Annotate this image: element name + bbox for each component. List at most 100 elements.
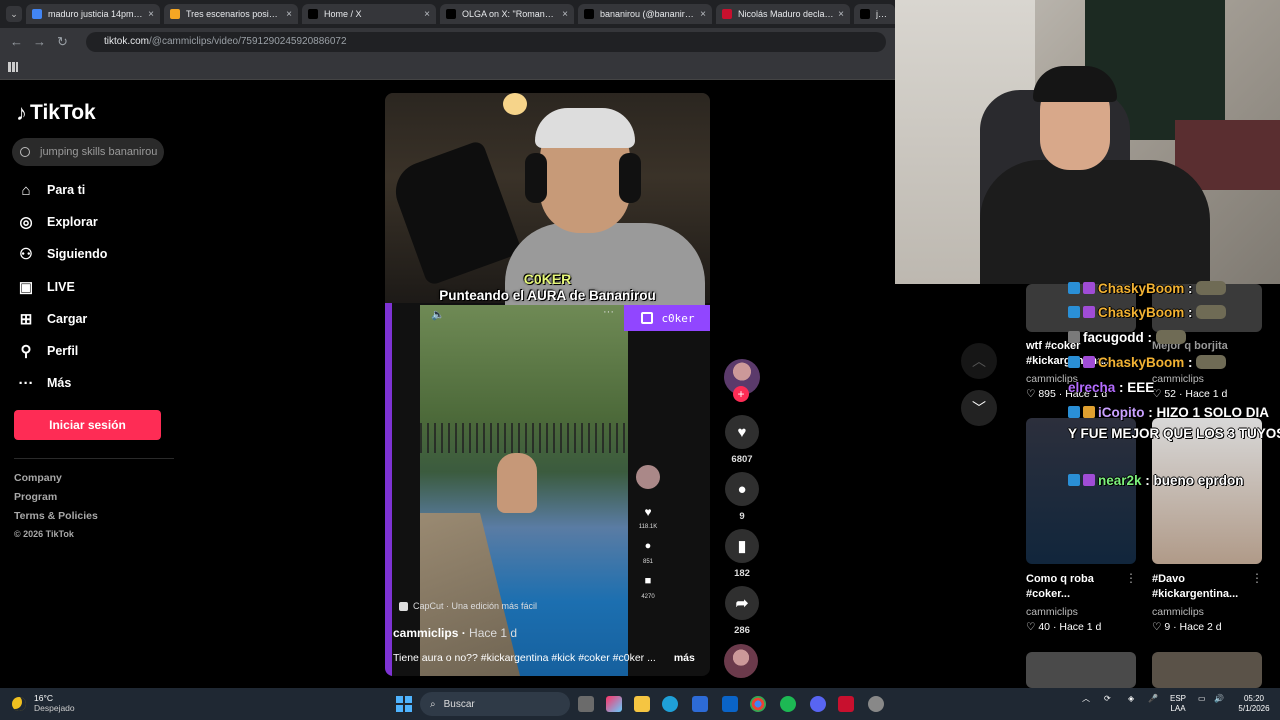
- browser-tab[interactable]: Home / X ×: [302, 4, 436, 24]
- video-title[interactable]: #Davo #kickargentina...: [1152, 572, 1257, 602]
- tab-close-icon[interactable]: ×: [424, 9, 430, 20]
- volume-icon[interactable]: 🔊: [1214, 694, 1224, 704]
- browser-tab[interactable]: maduro justicia 14pm - B ×: [26, 4, 160, 24]
- app-icon[interactable]: [838, 696, 854, 712]
- back-icon[interactable]: ←: [10, 34, 23, 49]
- browser-tab[interactable]: Tres escenarios posibles p ×: [164, 4, 298, 24]
- twitch-badge: c0ker: [624, 305, 710, 331]
- music-disc-avatar[interactable]: [724, 644, 758, 678]
- footer-link-program[interactable]: Program: [14, 491, 57, 503]
- video-more-icon[interactable]: ···: [603, 306, 614, 318]
- next-video-button[interactable]: ﹀: [961, 390, 997, 426]
- copilot-icon[interactable]: [606, 696, 622, 712]
- windows-start-icon[interactable]: [396, 696, 412, 712]
- tab-close-icon[interactable]: ×: [838, 9, 844, 20]
- tab-close-icon[interactable]: ×: [700, 9, 706, 20]
- heart-outline-icon: ♡: [1152, 621, 1162, 633]
- follow-plus-icon[interactable]: +: [733, 386, 749, 402]
- outlook-icon[interactable]: [722, 696, 738, 712]
- file-explorer-icon[interactable]: [634, 696, 650, 712]
- chrome-icon[interactable]: [750, 696, 766, 712]
- login-button[interactable]: Iniciar sesión: [14, 410, 161, 440]
- search-input[interactable]: jumping skills bananirou: [12, 138, 164, 166]
- weather-widget[interactable]: 16°C Despejado: [12, 693, 75, 714]
- clock[interactable]: 05:20 5/1/2026: [1232, 694, 1276, 714]
- nav-item[interactable]: ⌂ Para ti: [16, 178, 85, 202]
- browser-tab[interactable]: OLGA on X: "Romance en ×: [440, 4, 574, 24]
- video-player[interactable]: C0KER Punteando el AURA de Bananirou 🔈 ·…: [385, 93, 710, 676]
- tab-favicon-icon: [32, 9, 42, 19]
- tray-chevron-icon[interactable]: ︿: [1082, 694, 1090, 704]
- sync-icon[interactable]: ⟳: [1104, 694, 1111, 704]
- browser-tab[interactable]: Nicolás Maduro declara c ×: [716, 4, 850, 24]
- nav-item[interactable]: ⚲ Perfil: [16, 339, 79, 363]
- discord-icon[interactable]: [810, 696, 826, 712]
- search-icon: [20, 147, 30, 157]
- video-purple-border: [385, 303, 392, 676]
- tab-close-icon[interactable]: ×: [286, 9, 292, 20]
- webcam-streamer-cap: [1033, 66, 1117, 102]
- reload-icon[interactable]: ↻: [57, 34, 68, 50]
- store-icon[interactable]: [692, 696, 708, 712]
- share-action[interactable]: ➦ 286: [724, 586, 760, 636]
- tab-list-button[interactable]: ⌄: [6, 6, 22, 22]
- weather-text: Despejado: [34, 703, 75, 713]
- tiktok-logo[interactable]: ♪ TikTok: [16, 100, 96, 126]
- forward-icon[interactable]: →: [33, 34, 46, 49]
- likes-count: 895: [1038, 388, 1056, 400]
- mic-icon[interactable]: 🎤: [1148, 694, 1158, 704]
- language-indicator[interactable]: ESP LAA: [1168, 694, 1188, 714]
- apps-grid-icon[interactable]: [8, 62, 18, 72]
- taskbar-search[interactable]: ⌕ Buscar: [420, 692, 570, 716]
- likes-count: 9: [1164, 621, 1171, 633]
- nav-item[interactable]: ⊞ Cargar: [16, 307, 88, 331]
- nav-item-label: Explorar: [47, 215, 98, 229]
- video-author[interactable]: cammiclips: [1152, 606, 1204, 618]
- footer-link-terms[interactable]: Terms & Policies: [14, 510, 98, 522]
- previous-video-button[interactable]: ︿: [961, 343, 997, 379]
- footer-link-company[interactable]: Company: [14, 472, 62, 484]
- video-thumbnail[interactable]: [1026, 652, 1136, 688]
- volume-icon[interactable]: 🔈: [431, 308, 445, 321]
- likes-count: 52: [1164, 388, 1177, 400]
- network-icon[interactable]: ▭: [1198, 694, 1206, 704]
- tab-title: Home / X: [324, 9, 362, 19]
- nav-item[interactable]: ▣ LIVE: [16, 275, 75, 299]
- comment-action[interactable]: ● 9: [724, 472, 760, 522]
- task-view-icon[interactable]: [578, 696, 594, 712]
- video-thumbnail[interactable]: [1152, 652, 1262, 688]
- nav-item[interactable]: ··· Más: [16, 371, 72, 395]
- video-author[interactable]: cammiclips: [1152, 373, 1204, 385]
- heart-icon: ♥: [725, 415, 759, 449]
- like-action[interactable]: ♥ 6807: [724, 415, 760, 465]
- video-author[interactable]: cammiclips · Hace 1 d: [393, 626, 517, 640]
- nav-item[interactable]: ◎ Explorar: [16, 210, 98, 234]
- tab-close-icon[interactable]: ×: [148, 9, 154, 20]
- spotify-icon[interactable]: [780, 696, 796, 712]
- url-field[interactable]: tiktok.com/@cammiclips/video/75912902459…: [86, 32, 886, 52]
- more-link[interactable]: más: [674, 652, 695, 664]
- comment-icon: ●: [725, 472, 759, 506]
- copyright-text: © 2026 TikTok: [14, 529, 74, 539]
- video-menu-icon[interactable]: ⋮: [1125, 571, 1137, 585]
- browser-tab[interactable]: jump: [854, 4, 895, 24]
- tab-favicon-icon: [170, 9, 180, 19]
- video-title[interactable]: Como q roba #coker...: [1026, 572, 1131, 602]
- capcut-link[interactable]: CapCut · Una edición más fácil: [399, 601, 537, 611]
- browser-tab[interactable]: bananirou (@bananirouxc ×: [578, 4, 712, 24]
- embedded-comment: ● 851: [635, 540, 661, 565]
- chat-user: near2k: [1098, 473, 1142, 488]
- share-count: 286: [734, 625, 750, 636]
- app-icon[interactable]: [868, 696, 884, 712]
- edge-icon[interactable]: [662, 696, 678, 712]
- video-menu-icon[interactable]: ⋮: [1251, 571, 1263, 585]
- nav-item[interactable]: ⚇ Siguiendo: [16, 242, 107, 266]
- defender-icon[interactable]: ◈: [1128, 694, 1134, 704]
- tab-close-icon[interactable]: ×: [562, 9, 568, 20]
- chat-text: Y FUE MEJOR QUE LOS 3 TUYOS: [1068, 426, 1280, 441]
- embedded-save: ■ 4270: [635, 575, 661, 600]
- save-action[interactable]: ▮ 182: [724, 529, 760, 579]
- embedded-actions: ♥ 118.1K ● 851 ■ 4270: [635, 465, 661, 610]
- chat-badge-icon: [1083, 356, 1095, 368]
- video-author[interactable]: cammiclips: [1026, 606, 1078, 618]
